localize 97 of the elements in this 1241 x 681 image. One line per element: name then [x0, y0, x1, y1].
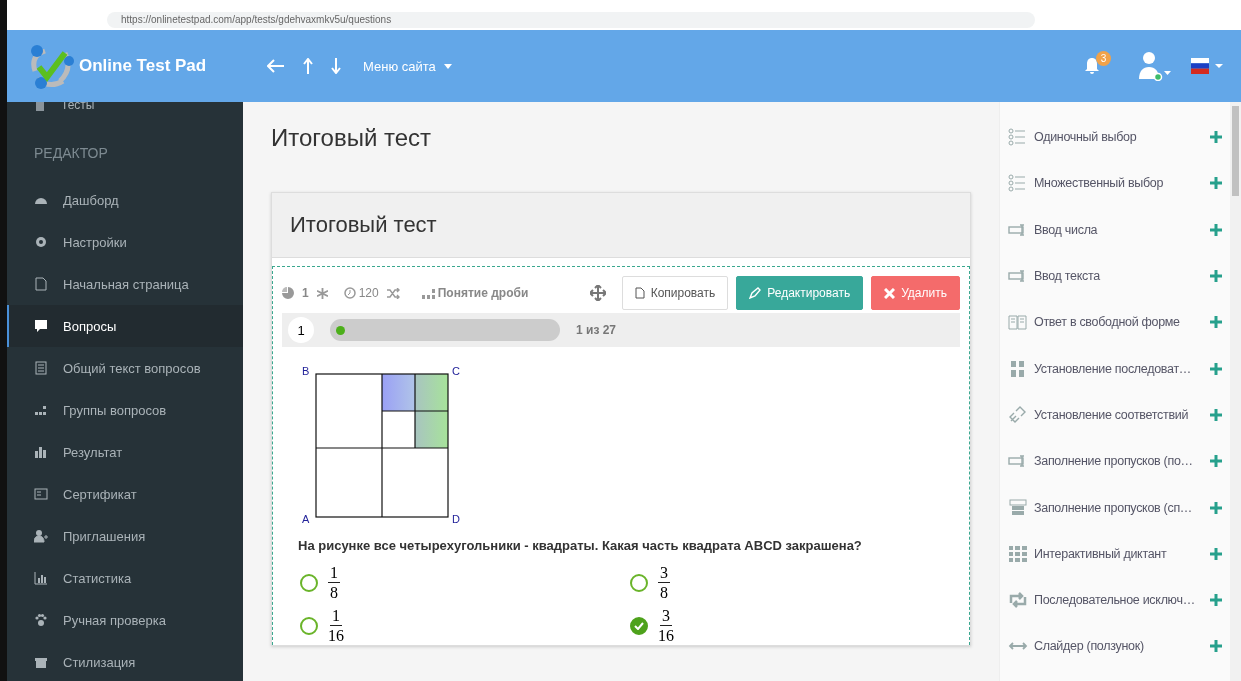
sidebar-item[interactable]: Статистика [7, 557, 243, 599]
question-type-item[interactable]: Последовательное исключ… [1000, 576, 1230, 624]
pencil-icon [749, 287, 762, 299]
question-type-item[interactable]: Одиночный выбор [1000, 114, 1230, 161]
vertex-label: C [452, 365, 460, 377]
add-icon[interactable] [1210, 362, 1222, 375]
link-icon [1008, 405, 1028, 424]
vertex-label: B [302, 365, 310, 377]
radio-button[interactable] [630, 573, 648, 592]
sidebar-item[interactable]: Сертификат [7, 473, 243, 515]
dropdown-list-icon [1008, 498, 1028, 517]
pie-chart-icon [282, 287, 294, 299]
add-icon[interactable] [1210, 594, 1222, 607]
question-type-item[interactable]: Установление соответствий [1000, 391, 1230, 439]
document-icon [634, 287, 645, 299]
sidebar-item[interactable]: Результат [7, 431, 243, 473]
points-value: 1 [302, 286, 309, 300]
radio-button[interactable] [300, 616, 318, 635]
sidebar-item[interactable]: Дашборд [7, 179, 243, 221]
groups-icon [34, 403, 48, 417]
radio-button[interactable] [630, 616, 648, 635]
down-arrow-icon[interactable] [331, 58, 341, 74]
grid-icon [1008, 544, 1028, 563]
time-limit: 120 [358, 286, 379, 300]
repeat-icon [1008, 591, 1028, 610]
vertex-label: A [302, 513, 310, 524]
address-bar[interactable]: https://onlinetestpad.com/app/tests/gdehvaxmkv5u/questions [107, 12, 1035, 28]
gear-icon [34, 235, 48, 249]
sidebar-item[interactable]: Приглашения [7, 515, 243, 557]
close-icon [884, 287, 896, 299]
fraction: 3 8 [658, 563, 670, 602]
list-icon [1008, 128, 1028, 147]
scrollbar-thumb[interactable] [1232, 106, 1239, 196]
copy-button[interactable]: Копировать [621, 276, 729, 310]
page-title: Итоговый тест [271, 124, 433, 152]
question-text: На рисунке все четырехугольники - квадраты. Какая часть квадрата ABCD закрашена? [298, 538, 863, 553]
paw-icon [34, 613, 48, 627]
add-icon[interactable] [1210, 455, 1222, 468]
question-type-item[interactable]: Множественный выбор [1000, 160, 1230, 207]
question-number: 1 [288, 317, 314, 343]
gift-icon [34, 655, 48, 669]
move-icon[interactable] [589, 285, 606, 301]
add-icon[interactable] [1210, 547, 1222, 560]
add-icon[interactable] [1210, 270, 1222, 283]
question-type-item[interactable]: Ответ в свободной форме [1000, 299, 1230, 346]
sidebar-item[interactable]: Ручная проверка [7, 599, 243, 641]
question-type-item[interactable]: Установление последоват… [1000, 345, 1230, 392]
add-icon[interactable] [1210, 501, 1222, 514]
card-header: Итоговый тест [272, 193, 970, 258]
russian-flag-icon[interactable] [1191, 58, 1225, 74]
groups-icon [421, 287, 435, 299]
add-icon[interactable] [1210, 640, 1222, 653]
sidebar-item[interactable]: Настройки [7, 221, 243, 263]
shuffle-icon [386, 287, 400, 299]
checkmark-icon [634, 621, 644, 630]
sidebar-item[interactable]: Вопросы [7, 305, 243, 347]
vertex-label: D [452, 513, 460, 524]
question-group: Понятие дроби [437, 286, 529, 300]
add-icon[interactable] [1210, 131, 1222, 144]
fraction: 1 16 [328, 606, 344, 645]
book-icon [1008, 313, 1028, 332]
fraction: 1 8 [328, 563, 340, 602]
user-plus-icon [34, 529, 48, 543]
caret-icon [443, 63, 452, 69]
add-icon[interactable] [1210, 223, 1222, 236]
scrollbar[interactable] [1230, 102, 1241, 681]
add-icon[interactable] [1210, 316, 1222, 329]
chart-icon [34, 571, 48, 585]
notification-bell-icon[interactable] [1084, 57, 1100, 75]
user-icon[interactable] [1137, 51, 1171, 81]
section-heading: РЕДАКТОР [33, 144, 109, 163]
certificate-icon [34, 487, 48, 501]
question-type-item[interactable]: Интерактивный диктант [1000, 530, 1230, 577]
fraction: 3 16 [658, 606, 674, 645]
asterisk-icon [316, 287, 328, 299]
add-icon[interactable] [1210, 177, 1222, 190]
notification-count: 3 [1096, 50, 1111, 66]
back-arrow-icon[interactable] [267, 59, 285, 73]
question-type-item[interactable]: Слайдер (ползунок) [1000, 623, 1230, 670]
radio-button[interactable] [300, 573, 318, 592]
page-icon [34, 277, 48, 291]
question-type-item[interactable]: Заполнение пропусков (сп… [1000, 484, 1230, 531]
sidebar-item[interactable]: Группы вопросов [7, 389, 243, 431]
document-icon [34, 361, 48, 375]
clock-icon [343, 287, 356, 299]
up-arrow-icon[interactable] [303, 58, 313, 74]
question-type-item[interactable]: Заполнение пропусков (по… [1000, 438, 1230, 485]
question-type-item[interactable]: Ввод числа [1000, 206, 1230, 253]
add-icon[interactable] [1210, 408, 1222, 421]
sidebar-item[interactable]: Начальная страница [7, 263, 243, 305]
sidebar-item[interactable]: Общий текст вопросов [7, 347, 243, 389]
list-icon [1008, 174, 1028, 193]
question-type-item[interactable]: Ввод текста [1000, 252, 1230, 300]
question-icon [34, 319, 48, 333]
bars-icon [34, 445, 48, 459]
sidebar-item[interactable]: Стилизация [7, 641, 243, 681]
progress-text: 1 из 27 [576, 323, 617, 337]
